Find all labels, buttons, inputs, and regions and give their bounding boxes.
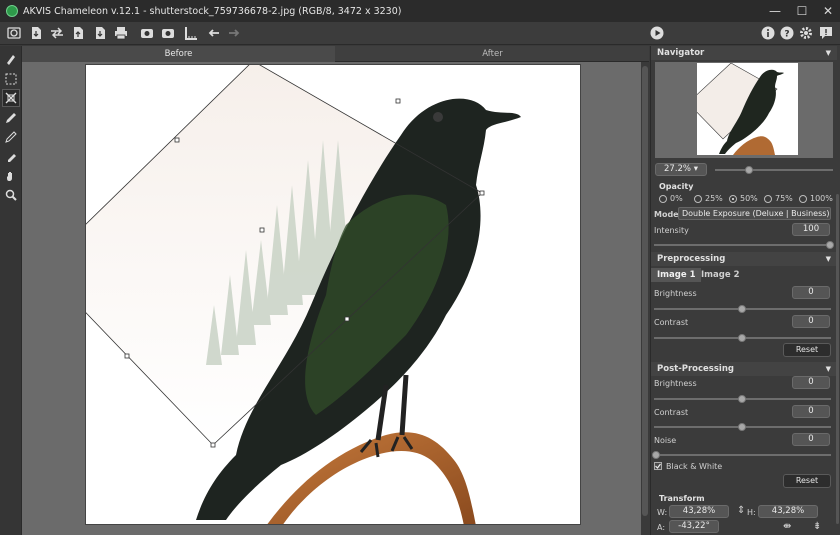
pre-brightness-value[interactable]: 0	[792, 286, 830, 299]
post-brightness-value[interactable]: 0	[792, 376, 830, 389]
post-reset-button[interactable]: Reset	[783, 474, 831, 488]
open-icon[interactable]	[28, 25, 44, 41]
undo-icon[interactable]	[206, 25, 222, 41]
window-title: AKVIS Chameleon v.12.1 - shutterstock_75…	[23, 5, 402, 17]
info-icon[interactable]	[760, 25, 776, 41]
panel-scrollbar[interactable]	[836, 194, 839, 524]
hand-icon[interactable]	[3, 168, 19, 184]
post-contrast-label: Contrast	[654, 408, 689, 417]
opacity-radio-25[interactable]	[694, 195, 702, 203]
transform-h-label: H:	[747, 508, 756, 517]
intensity-value[interactable]: 100	[792, 223, 830, 236]
selection-brush-icon[interactable]	[3, 51, 19, 67]
flip-horizontal-icon[interactable]: ⇼	[783, 521, 791, 532]
tab-image-2[interactable]: Image 2	[695, 268, 745, 282]
maximize-icon[interactable]: ☐	[788, 0, 816, 22]
transform-title: Transform	[659, 494, 705, 503]
pre-brightness-label: Brightness	[654, 289, 697, 298]
noise-label: Noise	[654, 436, 677, 445]
post-brightness-slider[interactable]	[654, 395, 831, 403]
tab-image-1[interactable]: Image 1	[651, 268, 702, 282]
zoom-select[interactable]: 27.2% ▾	[655, 163, 707, 176]
tab-before[interactable]: Before	[22, 46, 335, 62]
settings-icon[interactable]	[798, 25, 814, 41]
opacity-radio-75[interactable]	[764, 195, 772, 203]
app-logo	[6, 5, 18, 17]
transform-w-value[interactable]: 43,28%	[669, 505, 729, 518]
pre-contrast-label: Contrast	[654, 318, 689, 327]
view-tabs: Before After	[22, 46, 649, 62]
export-icon[interactable]	[92, 25, 108, 41]
mode-select[interactable]: Double Exposure (Deluxe | Business)	[678, 207, 831, 220]
opacity-radio-0[interactable]	[659, 195, 667, 203]
noise-value[interactable]: 0	[792, 433, 830, 446]
postprocessing-header[interactable]: Post-Processing ▼	[651, 362, 837, 376]
transform-a-label: A:	[657, 523, 666, 532]
eraser-icon[interactable]	[3, 129, 19, 145]
transform-icon[interactable]	[2, 89, 20, 107]
run-icon[interactable]	[649, 25, 665, 41]
canvas-area[interactable]	[22, 62, 649, 535]
help-icon[interactable]: ?	[779, 25, 795, 41]
intensity-label: Intensity	[654, 226, 689, 235]
transform-w-label: W:	[657, 508, 668, 517]
transform-angle-value[interactable]: -43,22°	[669, 520, 719, 533]
opacity-radio-50[interactable]	[729, 195, 737, 203]
image-canvas[interactable]	[85, 64, 581, 525]
settings-panel: Navigator ▼ 27.2% ▾ Opacity 0% 25% 50% 75…	[650, 46, 840, 535]
zoom-slider[interactable]	[715, 166, 833, 174]
transform-h-value[interactable]: 43,28%	[758, 505, 818, 518]
camera-icon[interactable]	[139, 25, 155, 41]
close-icon[interactable]: ✕	[814, 0, 840, 22]
swap-icon[interactable]	[49, 25, 65, 41]
canvas-scrollbar[interactable]	[641, 62, 649, 535]
share-icon[interactable]	[160, 25, 176, 41]
mode-label: Mode	[654, 210, 679, 219]
black-white-checkbox[interactable]	[654, 462, 662, 470]
preprocessing-header[interactable]: Preprocessing ▼	[651, 252, 837, 266]
clone-icon[interactable]	[3, 149, 19, 165]
main-toolbar: ?	[0, 22, 840, 45]
pre-contrast-slider[interactable]	[654, 334, 831, 342]
redo-icon[interactable]	[226, 25, 242, 41]
pre-reset-button[interactable]: Reset	[783, 343, 831, 357]
noise-slider[interactable]	[652, 451, 831, 459]
black-white-label: Black & White	[666, 462, 723, 471]
title-bar: AKVIS Chameleon v.12.1 - shutterstock_75…	[0, 0, 840, 22]
rectangle-select-icon[interactable]	[3, 71, 19, 87]
flip-vertical-icon[interactable]: ⇟	[813, 521, 821, 532]
pre-contrast-value[interactable]: 0	[792, 315, 830, 328]
minimize-icon[interactable]: —	[761, 0, 789, 22]
print-icon[interactable]	[113, 25, 129, 41]
svg-text:?: ?	[784, 30, 789, 40]
post-contrast-slider[interactable]	[654, 423, 831, 431]
tools-panel	[0, 46, 22, 535]
zoom-icon[interactable]	[3, 187, 19, 203]
tab-after[interactable]: After	[336, 46, 649, 62]
post-brightness-label: Brightness	[654, 379, 697, 388]
ruler-icon[interactable]	[183, 25, 199, 41]
opacity-radio-100[interactable]	[799, 195, 807, 203]
navigator-preview[interactable]	[655, 62, 833, 158]
composite-image	[86, 65, 580, 524]
import-icon[interactable]	[70, 25, 86, 41]
pre-brightness-slider[interactable]	[654, 305, 831, 313]
opacity-title: Opacity	[659, 182, 694, 191]
navigator-header[interactable]: Navigator ▼	[651, 46, 837, 60]
notification-icon[interactable]	[818, 25, 834, 41]
home-icon[interactable]	[6, 25, 22, 41]
refine-brush-icon[interactable]	[3, 110, 19, 126]
intensity-slider[interactable]	[654, 241, 834, 249]
link-icon[interactable]: ⇕	[737, 505, 745, 516]
post-contrast-value[interactable]: 0	[792, 405, 830, 418]
